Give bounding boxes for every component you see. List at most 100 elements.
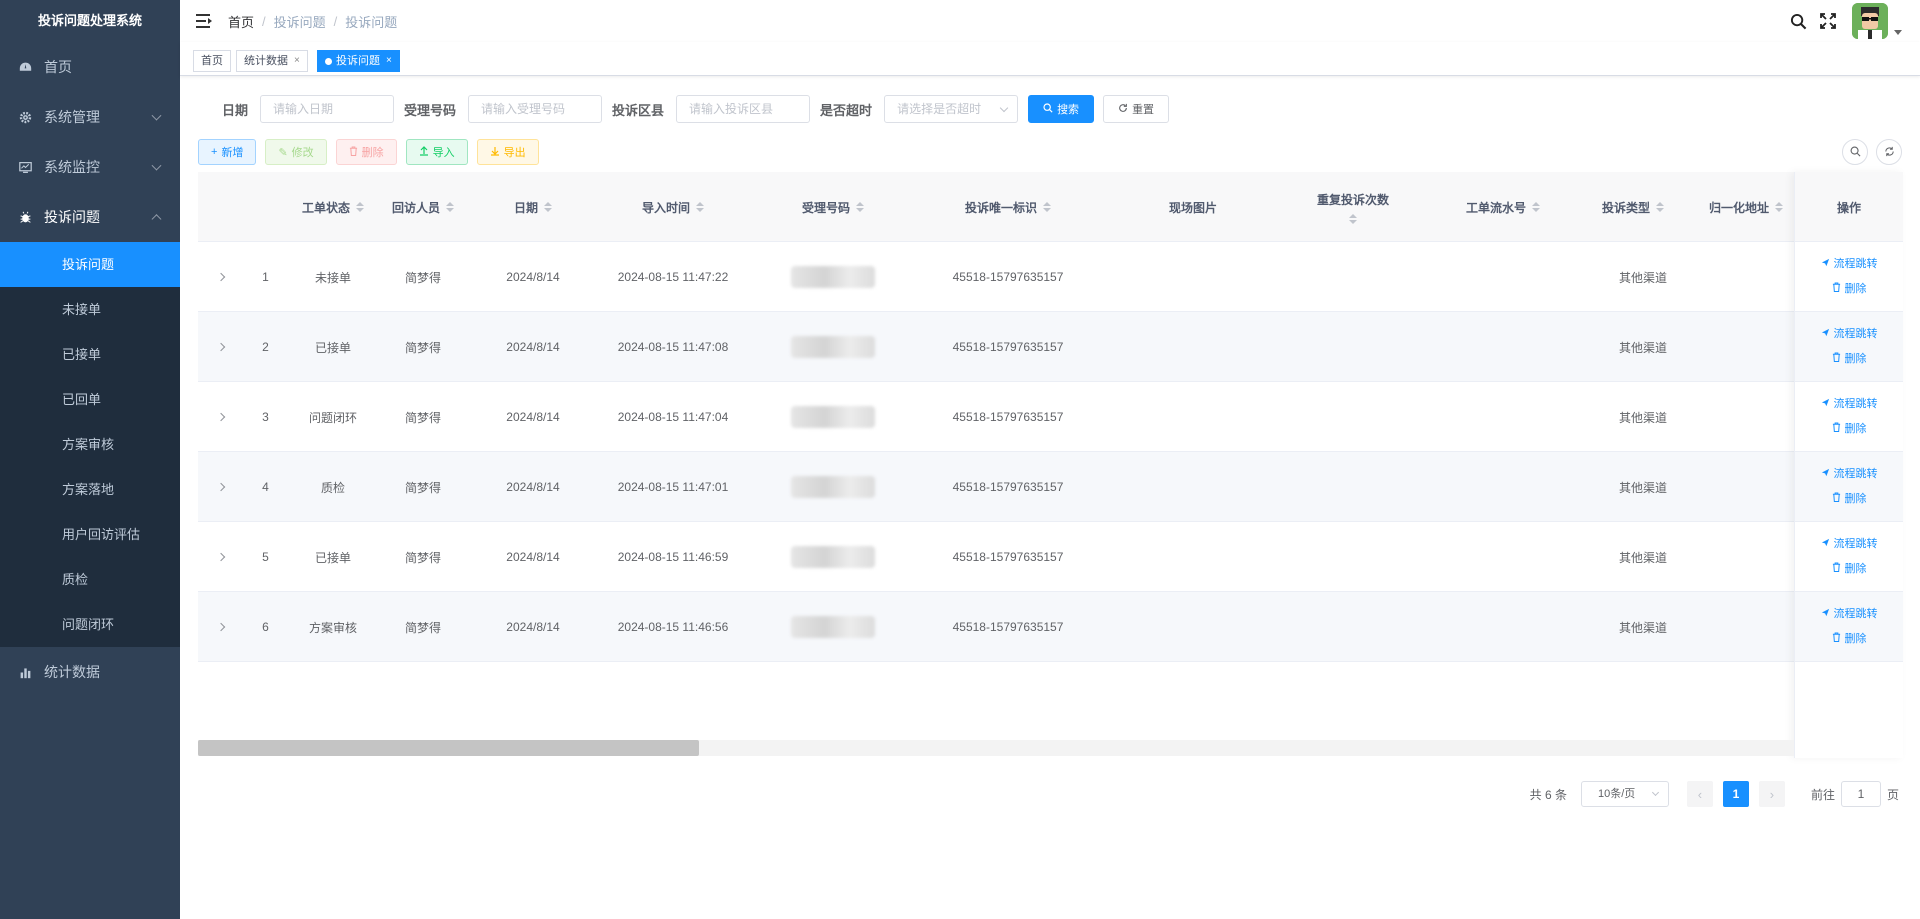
close-icon[interactable]: × [294, 51, 300, 71]
expand-row-button[interactable] [198, 382, 243, 452]
flow-jump-link[interactable]: 流程跳转 [1821, 602, 1878, 627]
goto-page-input[interactable]: 1 [1840, 781, 1881, 807]
active-dot-icon [325, 57, 332, 65]
cell-visitor: 简梦得 [404, 410, 441, 425]
next-page-button[interactable]: › [1758, 781, 1785, 807]
chevron-right-icon [216, 272, 225, 282]
reset-button-label: 重置 [1132, 104, 1155, 116]
th-visitor[interactable]: 回访人员 [378, 172, 468, 242]
flow-jump-link[interactable]: 流程跳转 [1821, 392, 1878, 417]
flow-jump-link[interactable]: 流程跳转 [1821, 252, 1878, 277]
table-row[interactable]: 5 已接单 简梦得 2024/8/14 2024-08-15 11:46:59 45518… [198, 522, 1903, 592]
upload-icon [419, 145, 429, 159]
row-delete-label: 删除 [1844, 563, 1867, 575]
tag-stats[interactable]: 统计数据 × [236, 50, 308, 72]
th-status[interactable]: 工单状态 [288, 172, 378, 242]
sidebar-item-system[interactable]: 系统管理 [0, 92, 180, 142]
prev-page-button[interactable]: ‹ [1686, 781, 1713, 807]
page-size-select[interactable]: 10条/页 [1580, 781, 1669, 807]
row-delete-link[interactable]: 删除 [1832, 627, 1867, 652]
sidebar-subitem-user-revisit[interactable]: 用户回访评估 [0, 512, 180, 557]
table-row[interactable]: 6 方案审核 简梦得 2024/8/14 2024-08-15 11:46:56 4551… [198, 592, 1903, 662]
row-delete-link[interactable]: 删除 [1832, 277, 1867, 302]
sort-icon [446, 202, 454, 212]
export-button[interactable]: 导出 [476, 139, 539, 165]
sidebar-subitem-closed-loop[interactable]: 问题闭环 [0, 602, 180, 647]
table-row[interactable]: 3 问题闭环 简梦得 2024/8/14 2024-08-15 11:47:04 4551… [198, 382, 1903, 452]
sidebar-subitem-accepted[interactable]: 已接单 [0, 332, 180, 377]
search-icon[interactable] [1788, 11, 1808, 31]
tag-home[interactable]: 首页 [193, 50, 231, 72]
expand-row-button[interactable] [198, 312, 243, 382]
row-delete-link[interactable]: 删除 [1832, 557, 1867, 582]
flow-jump-link[interactable]: 流程跳转 [1821, 532, 1878, 557]
row-delete-link[interactable]: 删除 [1832, 417, 1867, 442]
table-row[interactable]: 2 已接单 简梦得 2024/8/14 2024-08-15 11:47:08 45518… [198, 312, 1903, 382]
flow-jump-link[interactable]: 流程跳转 [1821, 322, 1878, 347]
sidebar-item-home[interactable]: 首页 [0, 42, 180, 92]
sort-icon [696, 202, 704, 212]
table-row[interactable]: 4 质检 简梦得 2024/8/14 2024-08-15 11:47:01 45518-… [198, 452, 1903, 522]
th-date[interactable]: 日期 [468, 172, 598, 242]
breadcrumb-home[interactable]: 首页 [228, 12, 254, 31]
sidebar-item-complaints[interactable]: 投诉问题 [0, 192, 180, 242]
expand-row-button[interactable] [198, 522, 243, 592]
add-button[interactable]: + 新增 [198, 139, 257, 165]
delete-button[interactable]: 删除 [335, 139, 397, 165]
th-repeat-count[interactable]: 重复投诉次数 [1288, 172, 1418, 242]
page-1-button[interactable]: 1 [1722, 781, 1749, 807]
sidebar-subitem-returned[interactable]: 已回单 [0, 377, 180, 422]
expand-row-button[interactable] [198, 242, 243, 312]
th-serial[interactable]: 工单流水号 [1418, 172, 1588, 242]
cell-index: 1 [262, 270, 269, 284]
edit-button[interactable]: ✎ 修改 [265, 139, 327, 165]
search-button[interactable]: 搜索 [1028, 95, 1095, 123]
expand-row-button[interactable] [198, 452, 243, 522]
breadcrumb-separator: / [262, 13, 266, 29]
row-delete-link[interactable]: 删除 [1832, 487, 1867, 512]
cell-index: 2 [262, 340, 269, 354]
timeout-select[interactable]: 请选择是否超时 [884, 95, 1019, 123]
fullscreen-icon[interactable] [1818, 11, 1838, 31]
cell-uid: 45518-15797635157 [952, 620, 1064, 634]
th-accept-number[interactable]: 受理号码 [748, 172, 918, 242]
sidebar-item-label: 统计数据 [44, 664, 100, 680]
import-button[interactable]: 导入 [405, 139, 468, 165]
row-delete-link[interactable]: 删除 [1832, 347, 1867, 372]
send-icon [1821, 392, 1830, 417]
sort-icon [356, 202, 364, 212]
cell-uid: 45518-15797635157 [952, 340, 1064, 354]
avatar[interactable] [1852, 3, 1888, 39]
th-uid[interactable]: 投诉唯一标识 [918, 172, 1098, 242]
expand-row-button[interactable] [198, 592, 243, 662]
scrollbar-thumb[interactable] [198, 740, 699, 756]
refresh-button[interactable] [1876, 139, 1902, 165]
sidebar-subitem-complaints[interactable]: 投诉问题 [0, 242, 180, 287]
cell-visitor: 简梦得 [404, 340, 441, 355]
table-row[interactable]: 1 未接单 简梦得 2024/8/14 2024-08-15 11:47:22 45518… [198, 242, 1903, 312]
sidebar-subitem-plan-landing[interactable]: 方案落地 [0, 467, 180, 512]
th-import-time[interactable]: 导入时间 [598, 172, 748, 242]
sidebar-subitem-unaccepted[interactable]: 未接单 [0, 287, 180, 332]
caret-down-icon[interactable] [1894, 29, 1902, 35]
sidebar-item-stats[interactable]: 统计数据 [0, 647, 180, 697]
accept-number-input[interactable]: 请输入受理号码 [468, 95, 603, 123]
th-type[interactable]: 投诉类型 [1588, 172, 1678, 242]
sidebar-subitem-plan-review[interactable]: 方案审核 [0, 422, 180, 467]
th-address[interactable]: 归一化地址 [1698, 172, 1794, 242]
flow-jump-link[interactable]: 流程跳转 [1821, 462, 1878, 487]
th-actions: 操作 [1836, 200, 1861, 215]
search-form: 日期 请输入日期 受理号码 请输入受理号码 投诉区县 请输入投诉区县 是否超时 … [222, 94, 1170, 124]
hamburger-icon[interactable] [196, 14, 212, 28]
toggle-search-button[interactable] [1842, 139, 1868, 165]
date-input[interactable]: 请输入日期 [260, 95, 395, 123]
sidebar-subitem-quality-check[interactable]: 质检 [0, 557, 180, 602]
horizontal-scrollbar[interactable] [198, 740, 1794, 756]
tag-complaints[interactable]: 投诉问题 × [317, 50, 400, 72]
district-input[interactable]: 请输入投诉区县 [676, 95, 811, 123]
reset-button[interactable]: 重置 [1103, 95, 1170, 123]
close-icon[interactable]: × [386, 51, 392, 71]
sidebar-item-monitor[interactable]: 系统监控 [0, 142, 180, 192]
sidebar-item-label: 系统监控 [44, 159, 100, 175]
export-button-label: 导出 [503, 147, 526, 159]
